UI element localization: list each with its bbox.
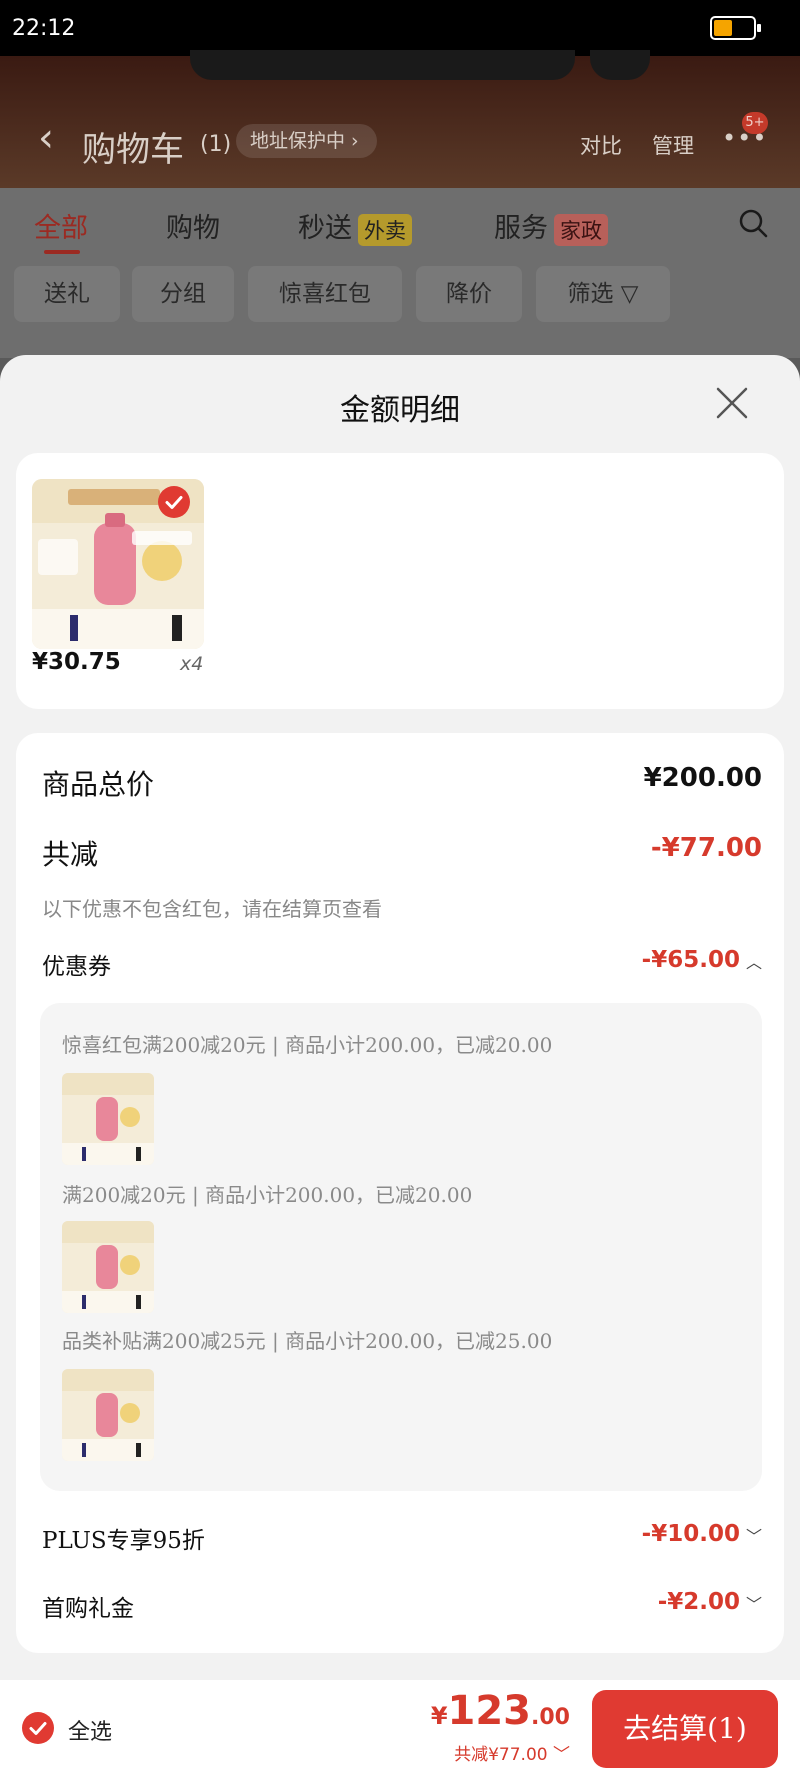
chip-gift: 送礼 (14, 266, 120, 322)
plus-value-wrap: -¥10.00 ﹀ (642, 1521, 762, 1547)
saved-amount[interactable]: 共减¥77.00 ﹀ (454, 1740, 570, 1765)
dynamic-island-right (590, 50, 650, 80)
search-icon (739, 209, 768, 238)
tab-tag: 家政 (554, 213, 608, 246)
coupon-item: 品类补贴满200减25元 | 商品小计200.00，已减25.00 (62, 1329, 553, 1353)
coupon-product-thumb (62, 1221, 154, 1313)
battery-icon (710, 16, 761, 40)
chip-filter-label: 筛选 (567, 281, 614, 307)
cart-title: 购物车 (82, 130, 184, 170)
plus-value: -¥10.00 (641, 1521, 740, 1547)
coupon-row[interactable]: 优惠券 -¥65.00 ︿ (42, 947, 762, 983)
coupon-item: 惊喜红包满200减20元 | 商品小计200.00，已减20.00 (62, 1033, 553, 1057)
tab-tag: 外卖 (358, 213, 412, 246)
select-all-check-icon[interactable] (22, 1712, 54, 1744)
filter-icon: ▽ (620, 281, 639, 307)
total-decimal: .00 (531, 1705, 570, 1730)
manage-link: 管理 (652, 134, 694, 158)
total-integer: 123 (447, 1688, 532, 1734)
amount-detail-sheet: 金额明细 ¥30.75 x4 商品总价 ¥200.00 共减 -¥77.00 以… (0, 355, 800, 1680)
compare-link: 对比 (580, 134, 622, 158)
saved-text: 共减¥77.00 (454, 1745, 548, 1765)
chip-group: 分组 (132, 266, 234, 322)
close-icon[interactable] (712, 383, 752, 423)
address-protect-label: 地址保护中 (250, 130, 346, 152)
tab-label: 全部 (34, 213, 88, 244)
coupon-product-thumb (62, 1369, 154, 1461)
chevron-down-icon: ﹀ (745, 1594, 762, 1614)
coupon-value-wrap: -¥65.00 ︿ (642, 947, 762, 973)
total-row: 商品总价 ¥200.00 (42, 763, 762, 803)
first-purchase-value: -¥2.00 (657, 1589, 740, 1615)
plus-label: PLUS专享95折 (42, 1528, 205, 1554)
address-protect-pill: 地址保护中 › (236, 124, 377, 158)
coupon-product-thumb (62, 1073, 154, 1165)
product-quantity: x4 (180, 653, 204, 675)
status-bar: 22:12 (0, 0, 800, 56)
checkout-button[interactable]: 去结算(1) (592, 1690, 778, 1768)
coupon-label: 优惠券 (42, 954, 111, 980)
first-purchase-label: 首购礼金 (42, 1596, 134, 1622)
product-card: ¥30.75 x4 (16, 453, 784, 709)
first-purchase-row[interactable]: 首购礼金 -¥2.00 ﹀ (42, 1589, 762, 1625)
more-badge: 5+ (742, 112, 768, 134)
cart-count: (1) (200, 132, 232, 157)
cart-nav-bar: ‹ 购物车 (1) 地址保护中 › 对比 管理 ••• 5+ (0, 110, 800, 170)
discount-note: 以下优惠不包含红包，请在结算页查看 (42, 897, 382, 921)
dynamic-island (190, 50, 575, 80)
currency-symbol: ¥ (430, 1702, 448, 1730)
total-label: 商品总价 (42, 768, 155, 801)
first-purchase-value-wrap: -¥2.00 ﹀ (658, 1589, 762, 1615)
select-all-label[interactable]: 全选 (68, 1714, 112, 1746)
chevron-down-icon: ﹀ (553, 1745, 570, 1765)
status-time: 22:12 (12, 16, 76, 41)
chevron-down-icon: ﹀ (745, 1526, 762, 1546)
tab-label: 服务 (494, 213, 548, 244)
chip-red-packet: 惊喜红包 (248, 266, 402, 322)
price-detail-card: 商品总价 ¥200.00 共减 -¥77.00 以下优惠不包含红包，请在结算页查… (16, 733, 784, 1653)
tab-service: 服务 家政 (494, 206, 608, 246)
total-value: ¥200.00 (643, 763, 762, 793)
product-price: ¥30.75 (32, 649, 121, 675)
chip-price-drop: 降价 (416, 266, 522, 322)
discount-value: -¥77.00 (650, 833, 762, 863)
selected-check-icon[interactable] (158, 486, 190, 518)
discount-row: 共减 -¥77.00 (42, 833, 762, 873)
coupon-item: 满200减20元 | 商品小计200.00，已减20.00 (62, 1183, 473, 1207)
sheet-title: 金额明细 (340, 393, 460, 428)
tab-label: 秒送 (298, 213, 352, 244)
tab-express: 秒送 外卖 (298, 206, 412, 246)
total-price: ¥123.00 (431, 1688, 570, 1734)
discount-label: 共减 (42, 838, 99, 871)
coupon-detail-box: 惊喜红包满200减20元 | 商品小计200.00，已减20.00 满200减2… (40, 1003, 762, 1491)
chip-filter: 筛选 ▽ (536, 266, 670, 322)
tab-shopping: 购物 (166, 206, 220, 245)
chevron-up-icon: ︿ (745, 952, 762, 972)
tab-all: 全部 (34, 206, 88, 254)
cart-tabs-background: 全部 购物 秒送 外卖 服务 家政 送礼 分组 惊喜红包 降价 筛选 ▽ (0, 188, 800, 358)
coupon-value: -¥65.00 (641, 947, 740, 973)
back-icon: ‹ (38, 115, 54, 161)
plus-row[interactable]: PLUS专享95折 -¥10.00 ﹀ (42, 1521, 762, 1557)
checkout-bar: 全选 ¥123.00 共减¥77.00 ﹀ 去结算(1) (0, 1680, 800, 1777)
tab-label: 购物 (166, 213, 220, 244)
